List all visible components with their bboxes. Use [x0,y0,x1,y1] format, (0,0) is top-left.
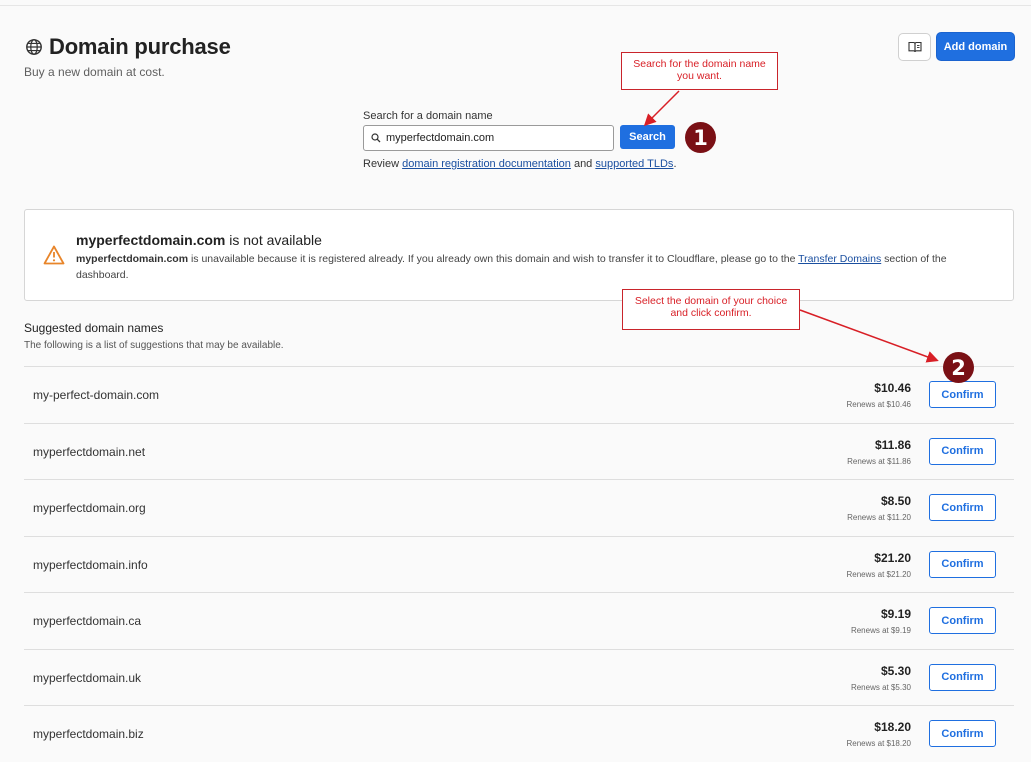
list-item: myperfectdomain.net $11.86 Renews at $11… [24,422,1014,479]
suggestions-list: my-perfect-domain.com $10.46 Renews at $… [24,366,1014,762]
confirm-button[interactable]: Confirm [929,494,996,521]
registration-docs-link[interactable]: domain registration documentation [402,158,571,170]
domain-price: $18.20 [874,720,911,734]
alert-body-text: is unavailable because it is registered … [188,253,799,265]
confirm-button[interactable]: Confirm [929,720,996,747]
search-label: Search for a domain name [363,110,493,122]
domain-price: $8.50 [880,494,911,508]
domain-name: my-perfect-domain.com [33,388,160,402]
list-item: myperfectdomain.uk $5.30 Renews at $5.30… [24,648,1014,705]
domain-name: myperfectdomain.ca [33,614,142,628]
list-item: myperfectdomain.org $8.50 Renews at $11.… [24,479,1014,536]
renewal-price: Renews at $18.20 [846,739,912,748]
top-divider [0,5,1031,6]
page-header: Domain purchase [25,34,231,60]
list-item: myperfectdomain.info $21.20 Renews at $2… [24,535,1014,592]
search-input[interactable] [386,132,606,144]
domain-price: $11.86 [874,437,911,452]
list-item: myperfectdomain.biz $18.20 Renews at $18… [24,705,1014,762]
renewal-price: Renews at $9.19 [850,626,911,635]
search-field[interactable] [363,125,614,151]
renewal-price: Renews at $5.30 [850,682,911,692]
review-line: Review domain registration documentation… [363,158,677,170]
globe-icon [26,39,42,55]
step-badge-2: 2 [943,352,974,383]
page-subtitle: Buy a new domain at cost. [24,65,165,79]
step-badge-1: 1 [685,122,716,153]
renewal-price: Renews at $21.20 [846,569,912,579]
list-item: my-perfect-domain.com $10.46 Renews at $… [24,366,1014,423]
renewal-price: Renews at $10.46 [846,400,912,409]
alert-body-domain: myperfectdomain.com [76,253,189,265]
annotation-callout-search: Search for the domain name you want. [621,52,778,90]
domain-price: $5.30 [880,663,911,678]
availability-alert: myperfectdomain.com is not available myp… [24,209,1014,301]
search-button[interactable]: Search [620,125,675,149]
renewal-price: Renews at $11.86 [847,456,911,466]
domain-name: myperfectdomain.net [33,444,146,459]
search-icon [371,133,381,143]
domain-price: $21.20 [874,550,911,565]
transfer-domains-link[interactable]: Transfer Domains [798,253,881,265]
domain-name: myperfectdomain.org [33,501,146,515]
confirm-button[interactable]: Confirm [929,607,996,634]
review-and: and [570,158,596,170]
supported-tlds-link[interactable]: supported TLDs [595,158,673,170]
domain-name: myperfectdomain.biz [33,727,144,741]
domain-name: myperfectdomain.info [33,557,148,572]
annotation-arrow-confirm [799,309,939,363]
warning-icon [43,245,65,265]
suggestions-subtitle: The following is a list of suggestions t… [24,340,284,351]
domain-name: myperfectdomain.uk [33,670,142,685]
annotation-callout-confirm: Select the domain of your choice and cli… [622,289,800,330]
domain-price: $10.46 [874,381,911,395]
documentation-button[interactable] [898,33,931,61]
confirm-button[interactable]: Confirm [929,381,996,408]
domain-price: $9.19 [880,607,911,621]
alert-domain: myperfectdomain.com [76,232,226,248]
confirm-button[interactable]: Confirm [929,550,996,578]
page-title: Domain purchase [49,34,231,59]
renewal-price: Renews at $11.20 [847,513,911,522]
suggestions-title: Suggested domain names [24,321,164,335]
list-item: myperfectdomain.ca $9.19 Renews at $9.19… [24,592,1014,649]
alert-title-suffix: is not available [225,232,322,248]
alert-body: myperfectdomain.com is unavailable becau… [76,251,996,283]
confirm-button[interactable]: Confirm [929,437,996,465]
review-prefix: Review [363,158,403,170]
add-domain-button[interactable]: Add domain [936,32,1015,61]
alert-title: myperfectdomain.com is not available [76,232,322,248]
annotation-arrow-search [643,90,680,127]
review-suffix: . [673,158,677,170]
confirm-button[interactable]: Confirm [929,663,996,691]
book-icon [907,41,922,53]
